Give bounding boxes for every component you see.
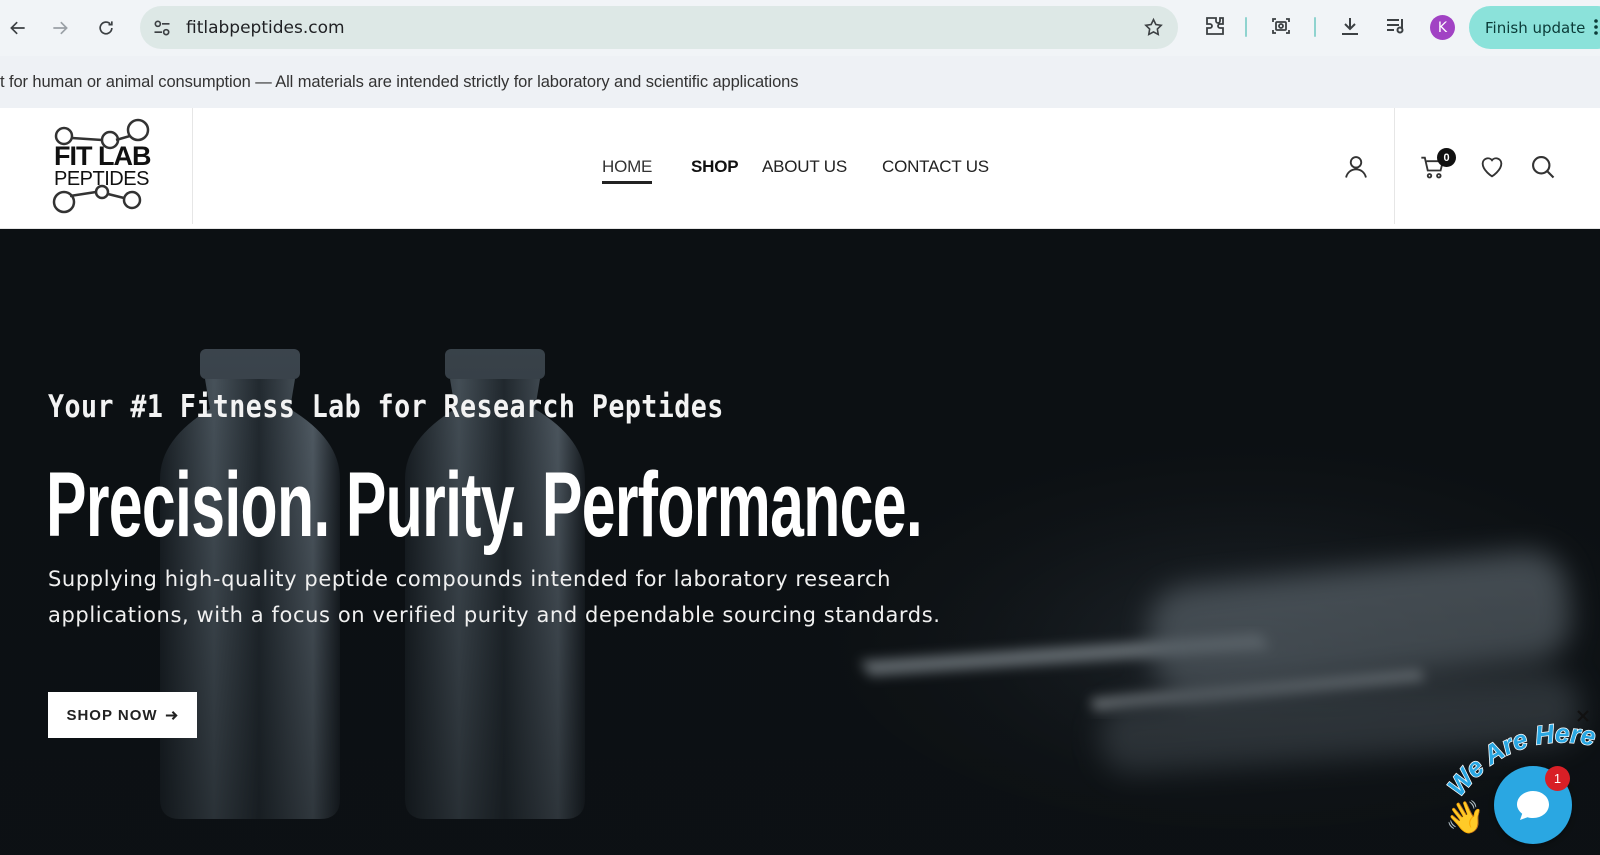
chat-notification-badge: 1 bbox=[1545, 766, 1570, 791]
chat-bubble-icon bbox=[1517, 791, 1549, 820]
account-icon[interactable] bbox=[1342, 153, 1370, 181]
profile-avatar[interactable]: K bbox=[1430, 15, 1455, 40]
screenshot-icon[interactable] bbox=[1269, 14, 1293, 38]
address-bar[interactable]: fitlabpeptides.com bbox=[140, 6, 1178, 49]
media-queue-icon[interactable] bbox=[1384, 14, 1408, 38]
toolbar-divider bbox=[1314, 17, 1316, 37]
site-logo[interactable]: FIT LAB PEPTIDES bbox=[0, 108, 193, 224]
extensions-icon[interactable] bbox=[1203, 14, 1227, 38]
cart-count-badge: 0 bbox=[1437, 148, 1456, 167]
wishlist-heart-icon[interactable] bbox=[1478, 153, 1506, 181]
toolbar-divider bbox=[1245, 17, 1247, 37]
shop-now-label: SHOP NOW bbox=[66, 706, 158, 724]
site-header: FIT LAB PEPTIDES HOME SHOP ABOUT US CONT… bbox=[0, 108, 1600, 229]
nav-shop[interactable]: SHOP bbox=[691, 157, 739, 177]
shop-now-button[interactable]: SHOP NOW bbox=[48, 692, 197, 738]
forward-icon[interactable] bbox=[42, 10, 78, 46]
bookmark-star-icon[interactable] bbox=[1143, 17, 1164, 38]
nav-about-us[interactable]: ABOUT US bbox=[762, 157, 847, 177]
logo-text-line2: PEPTIDES bbox=[54, 168, 149, 190]
hero-banner: Your #1 Fitness Lab for Research Peptide… bbox=[0, 229, 1600, 855]
arrow-right-icon bbox=[165, 710, 178, 720]
back-icon[interactable] bbox=[0, 10, 36, 46]
finish-update-button[interactable]: Finish update bbox=[1469, 6, 1600, 49]
more-menu-icon[interactable] bbox=[1593, 18, 1599, 36]
browser-toolbar: fitlabpeptides.com K Finish update bbox=[0, 0, 1600, 56]
hero-tagline: Your #1 Fitness Lab for Research Peptide… bbox=[48, 389, 724, 425]
announcement-text: t for human or animal consumption — All … bbox=[0, 73, 799, 91]
reload-icon[interactable] bbox=[88, 10, 124, 46]
hero-headline: Precision. Purity. Performance. bbox=[46, 454, 923, 556]
waving-hand-icon: 👋 bbox=[1445, 799, 1485, 835]
finish-update-label: Finish update bbox=[1485, 18, 1586, 37]
announcement-bar: t for human or animal consumption — All … bbox=[0, 56, 1600, 108]
header-divider bbox=[1394, 108, 1395, 224]
nav-contact-us[interactable]: CONTACT US bbox=[882, 157, 989, 177]
nav-home[interactable]: HOME bbox=[602, 157, 653, 184]
url-text[interactable]: fitlabpeptides.com bbox=[186, 18, 345, 38]
hero-description: Supplying high-quality peptide compounds… bbox=[48, 567, 941, 627]
download-icon[interactable] bbox=[1338, 14, 1362, 38]
site-settings-icon[interactable] bbox=[152, 18, 172, 38]
search-icon[interactable] bbox=[1529, 153, 1557, 181]
